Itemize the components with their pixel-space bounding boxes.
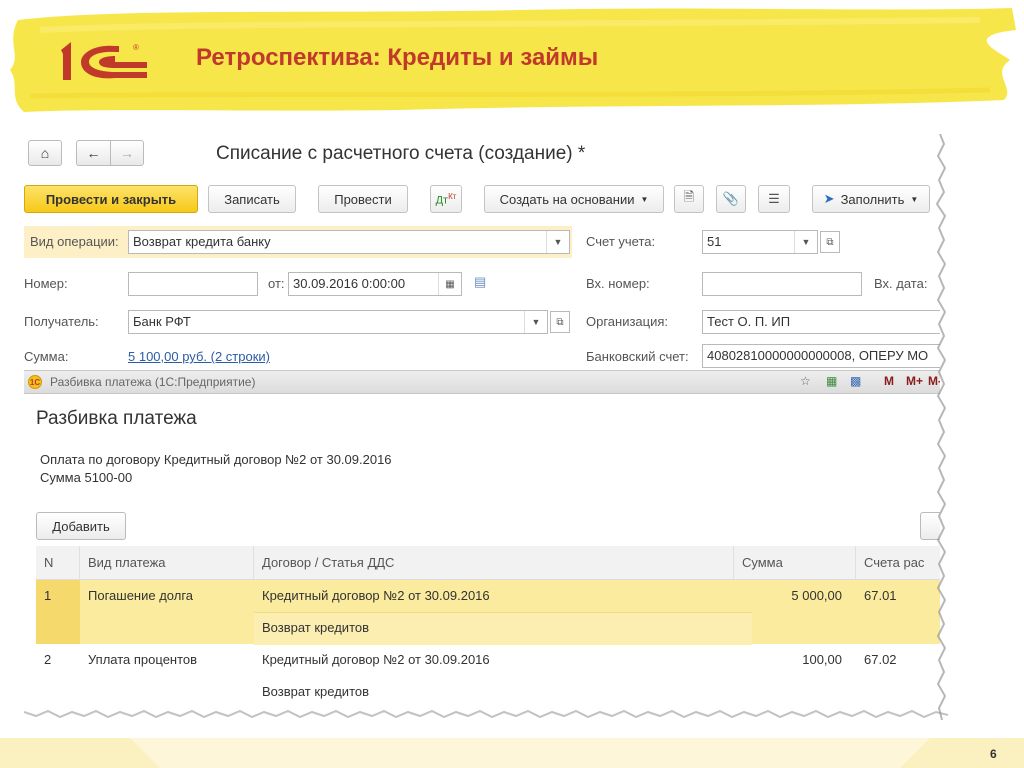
save-button[interactable]: Записать — [208, 185, 296, 213]
incoming-number-label: Вх. номер: — [586, 276, 650, 291]
incoming-number-field[interactable] — [702, 272, 862, 296]
account-field[interactable]: 51 ▼ — [702, 230, 818, 254]
column-header-n[interactable]: N — [36, 546, 80, 580]
1c-app-icon: 1С — [28, 375, 42, 389]
payment-type-cell[interactable]: Уплата процентов — [80, 644, 254, 675]
organization-label: Организация: — [586, 314, 669, 329]
dropdown-arrow-icon[interactable]: ▼ — [546, 231, 569, 253]
payment-form: ⌂ ← → Списание с расчетного счета (созда… — [24, 134, 940, 370]
organization-value: Тест О. П. ИП — [707, 314, 791, 329]
1c-logo-icon: ® — [61, 42, 147, 80]
operation-type-label: Вид операции: — [30, 234, 119, 249]
article-cell[interactable]: Возврат кредитов — [254, 612, 734, 643]
number-label: Номер: — [24, 276, 68, 291]
app-screenshot: ⌂ ← → Списание с расчетного счета (созда… — [24, 134, 940, 714]
torn-edge-bottom — [24, 709, 949, 719]
print-document-button[interactable]: 🗎 — [674, 185, 704, 213]
column-header-payment-type[interactable]: Вид платежа — [80, 546, 254, 580]
post-and-close-button[interactable]: Провести и закрыть — [24, 185, 198, 213]
article-cell[interactable]: Возврат кредитов — [254, 676, 734, 707]
debit-credit-icon: ДтКт — [435, 191, 457, 207]
bank-account-label: Банковский счет: — [586, 349, 689, 364]
attach-file-button[interactable]: 📎 — [716, 185, 746, 213]
home-icon: ⌂ — [40, 145, 50, 161]
account-cell[interactable]: 67.02 — [856, 644, 940, 675]
dropdown-arrow-icon: ▼ — [640, 194, 649, 204]
fill-label: Заполнить — [840, 191, 905, 207]
recipient-label: Получатель: — [24, 314, 99, 329]
post-button[interactable]: Провести — [318, 185, 408, 213]
amount-cell[interactable]: 5 000,00 — [734, 580, 850, 611]
payment-info-line: Оплата по договору Кредитный договор №2 … — [40, 452, 392, 467]
calendar-icon[interactable]: ▦ — [826, 374, 837, 388]
contract-cell[interactable]: Кредитный договор №2 от 30.09.2016 — [254, 644, 734, 675]
dialog-window-title: Разбивка платежа (1С:Предприятие) — [50, 375, 256, 389]
open-form-icon: ⧉ — [826, 236, 834, 248]
open-form-icon: ⧉ — [556, 316, 564, 328]
list-icon: ☰ — [768, 191, 780, 206]
comment-icon[interactable]: ▤ — [474, 274, 486, 290]
amount-cell[interactable]: 100,00 — [734, 644, 850, 675]
amount-link[interactable]: 5 100,00 руб. (2 строки) — [128, 349, 270, 364]
bank-account-value: 40802810000000000008, ОПЕРУ МО — [707, 348, 929, 363]
operation-type-value: Возврат кредита банку — [133, 234, 271, 249]
organization-field[interactable]: Тест О. П. ИП — [702, 310, 940, 334]
column-header-amount[interactable]: Сумма — [734, 546, 856, 580]
paperclip-icon: 📎 — [722, 191, 740, 206]
page-number: 6 — [990, 747, 997, 761]
dropdown-arrow-icon[interactable]: ▼ — [524, 311, 547, 333]
column-header-accounts[interactable]: Счета рас — [856, 546, 940, 580]
back-button[interactable]: ← — [76, 140, 110, 166]
memory-plus-button[interactable]: М+ — [906, 374, 923, 388]
dropdown-arrow-icon[interactable]: ▼ — [794, 231, 817, 253]
list-button[interactable]: ☰ — [758, 185, 790, 213]
calculator-icon[interactable]: ▩ — [850, 374, 861, 388]
dialog-titlebar: 1С Разбивка платежа (1С:Предприятие) ☆ ▦… — [24, 370, 940, 394]
operation-type-field[interactable]: Возврат кредита банку ▼ — [128, 230, 570, 254]
memory-button[interactable]: М — [884, 374, 894, 388]
dialog-heading: Разбивка платежа — [36, 408, 197, 429]
incoming-date-label: Вх. дата: — [874, 276, 928, 291]
calendar-icon[interactable]: ▦ — [438, 273, 461, 295]
dropdown-arrow-icon: ▼ — [910, 194, 919, 204]
column-header-contract[interactable]: Договор / Статья ДДС — [254, 546, 734, 580]
date-value: 30.09.2016 0:00:00 — [293, 276, 406, 291]
date-label: от: — [268, 276, 285, 291]
svg-text:®: ® — [133, 43, 139, 52]
fill-arrow-icon: ➤ — [823, 191, 835, 206]
form-title: Списание с расчетного счета (создание) * — [216, 143, 586, 164]
row-number: 2 — [44, 652, 52, 667]
forward-arrow-icon: → — [120, 145, 134, 161]
create-based-on-label: Создать на основании — [499, 191, 635, 207]
open-recipient-button[interactable]: ⧉ — [550, 311, 570, 333]
account-label: Счет учета: — [586, 234, 656, 249]
amount-label: Сумма: — [24, 349, 69, 364]
fill-button[interactable]: ➤ Заполнить ▼ — [812, 185, 930, 213]
back-arrow-icon: ← — [86, 145, 101, 161]
home-button[interactable]: ⌂ — [28, 140, 62, 166]
posting-report-button[interactable]: ДтКт — [430, 185, 462, 213]
contract-cell[interactable]: Кредитный договор №2 от 30.09.2016 — [254, 580, 734, 611]
slide-header: ® Ретроспектива: Кредиты и займы — [0, 0, 1024, 118]
favorite-icon[interactable]: ☆ — [800, 374, 811, 388]
recipient-field[interactable]: Банк РФТ ▼ — [128, 310, 548, 334]
account-value: 51 — [707, 234, 722, 249]
payment-type-cell[interactable]: Погашение долга — [80, 580, 254, 611]
date-field[interactable]: 30.09.2016 0:00:00 ▦ — [288, 272, 462, 296]
add-button[interactable]: Добавить — [36, 512, 126, 540]
row-number: 1 — [44, 588, 52, 603]
payment-amount-line: Сумма 5100-00 — [40, 470, 133, 485]
document-icon: 🗎 — [683, 189, 695, 204]
torn-edge-right — [935, 134, 947, 720]
slide-title: Ретроспектива: Кредиты и займы — [196, 44, 599, 71]
bank-account-field[interactable]: 40802810000000000008, ОПЕРУ МО — [702, 344, 940, 368]
create-based-on-button[interactable]: Создать на основании ▼ — [484, 185, 664, 213]
footer-band — [0, 738, 1024, 768]
recipient-value: Банк РФТ — [133, 314, 191, 329]
number-field[interactable] — [128, 272, 258, 296]
open-account-button[interactable]: ⧉ — [820, 231, 840, 253]
forward-button[interactable]: → — [110, 140, 144, 166]
account-cell[interactable]: 67.01 — [856, 580, 940, 611]
